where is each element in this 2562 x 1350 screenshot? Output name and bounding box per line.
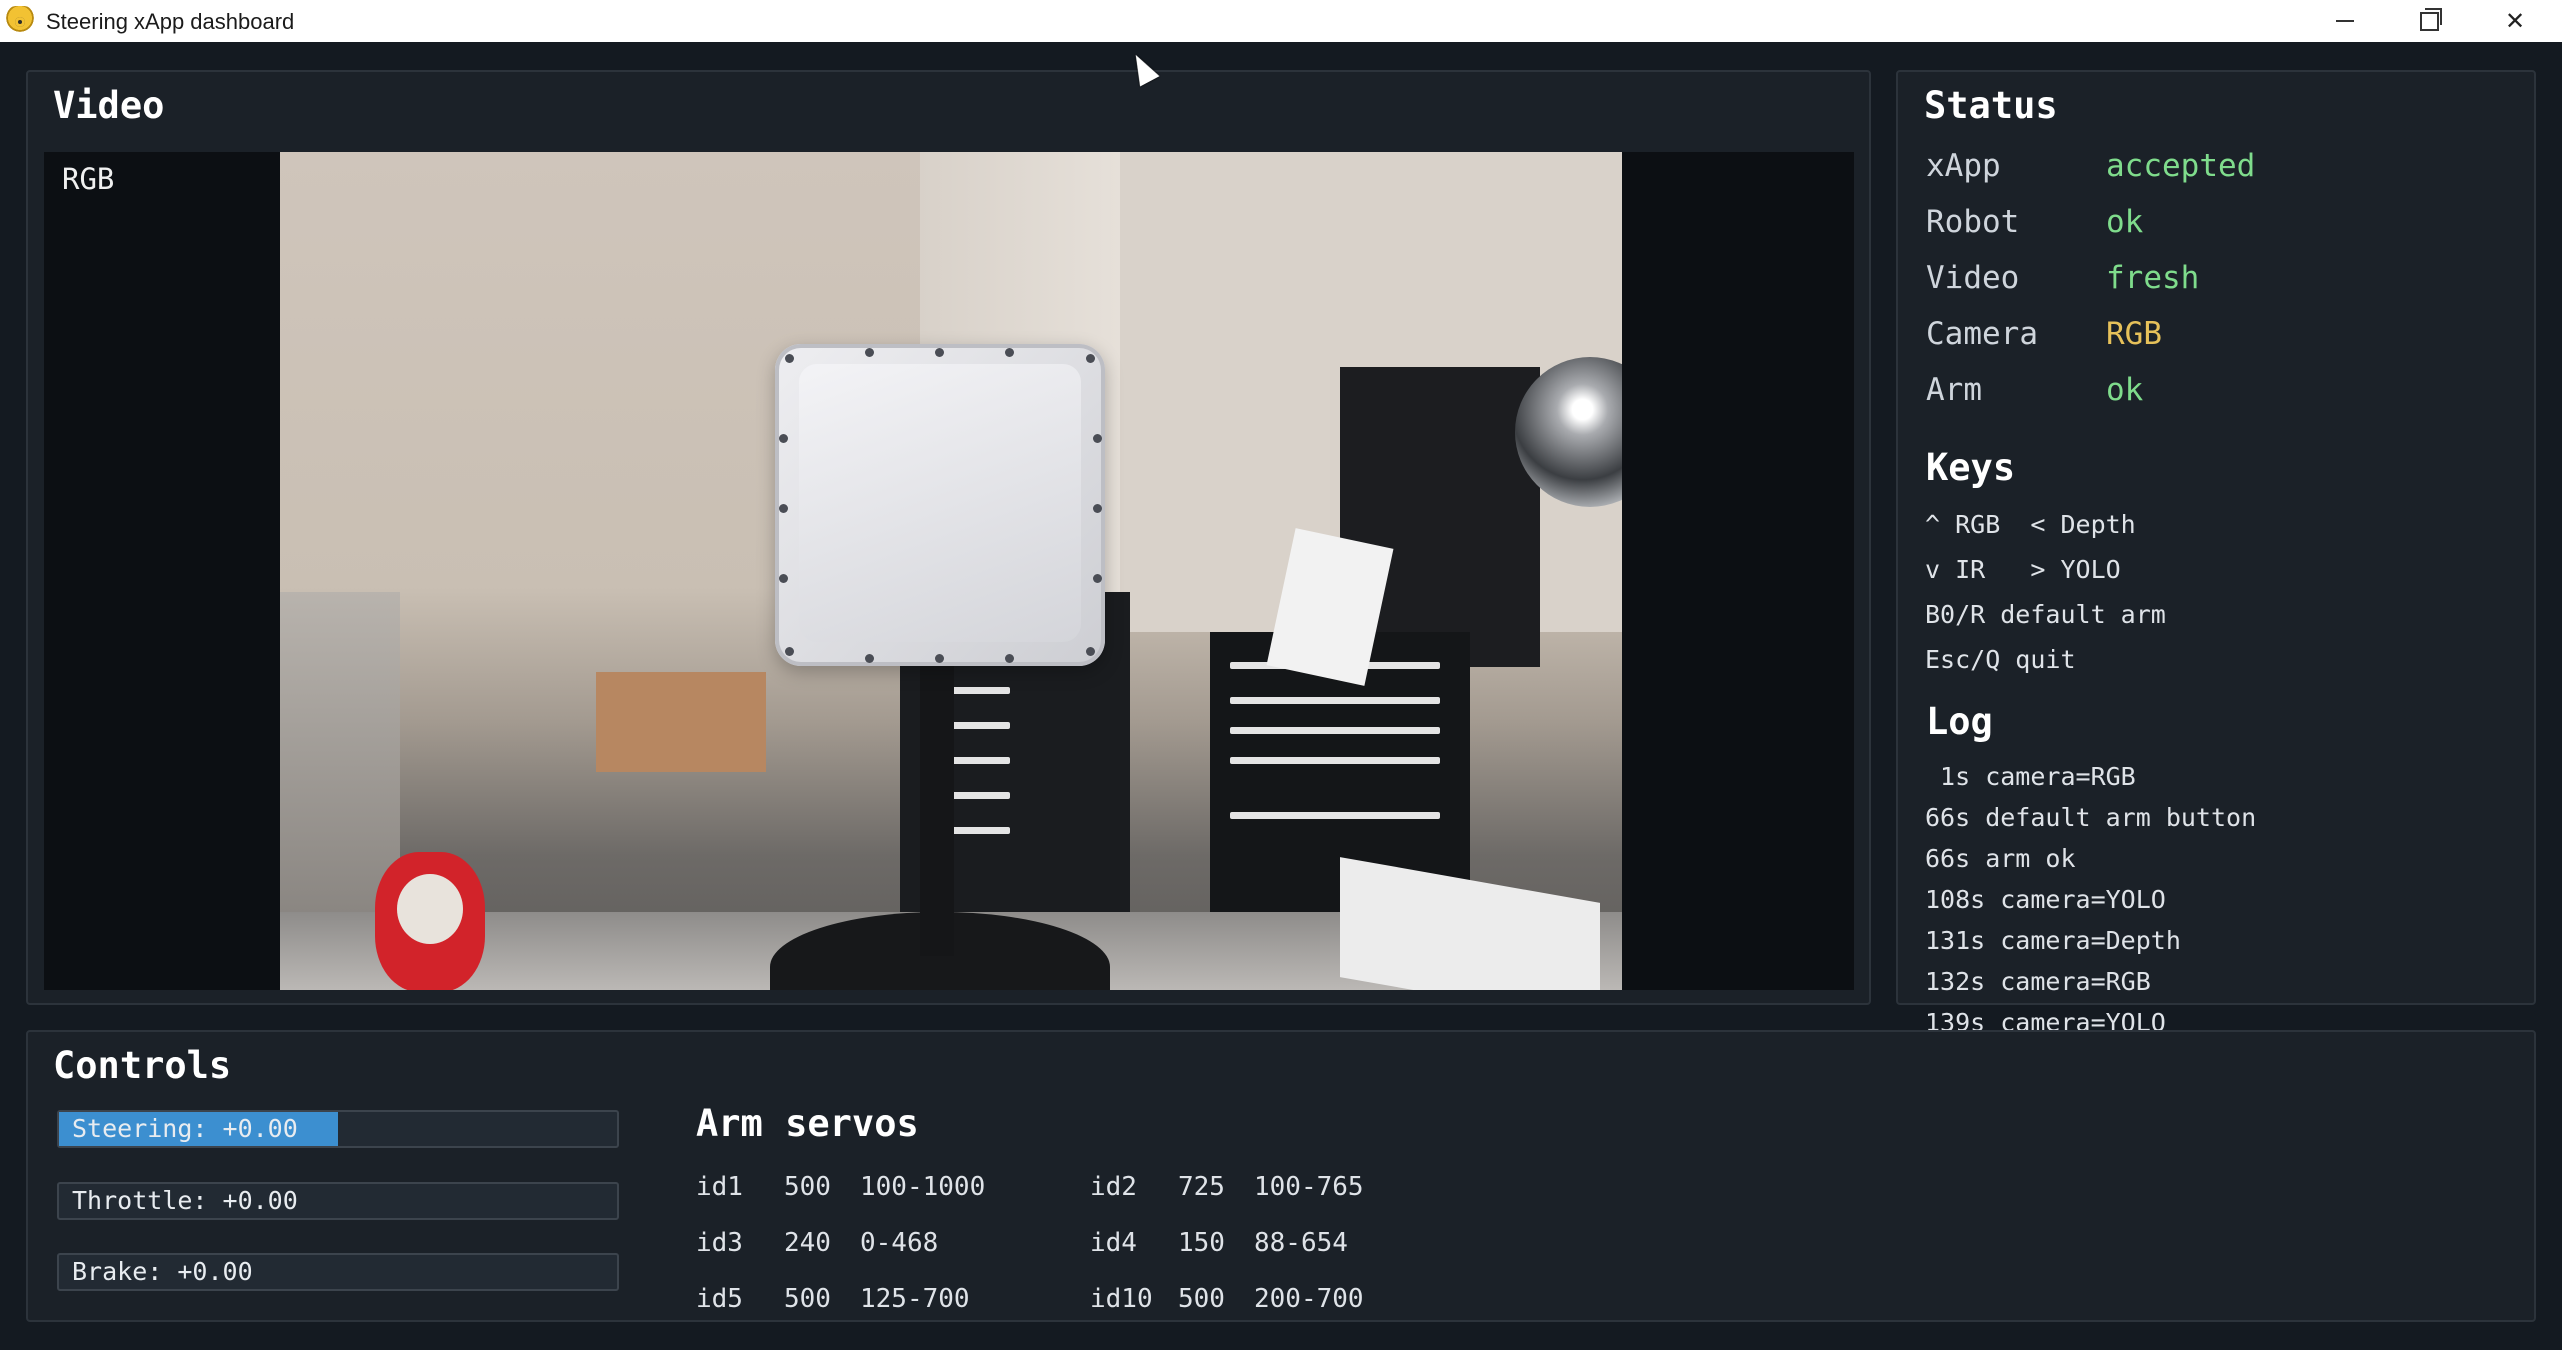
servo-value: 500: [784, 1284, 831, 1314]
servo-id: id1: [696, 1172, 743, 1202]
controls-panel: Controls Steering: +0.00 Throttle: +0.00…: [26, 1030, 2536, 1322]
status-key-xapp: xApp: [1926, 148, 2001, 184]
python-app-icon: [6, 6, 34, 36]
status-key-camera: Camera: [1926, 316, 2038, 352]
steering-label: Steering: +0.00: [72, 1114, 298, 1143]
servo-range: 125-700: [860, 1284, 970, 1314]
log-title: Log: [1926, 700, 1993, 743]
servo-range: 100-765: [1254, 1172, 1364, 1202]
status-value-camera: RGB: [2106, 316, 2162, 352]
servo-id: id2: [1090, 1172, 1137, 1202]
camera-mode-label: RGB: [62, 162, 115, 196]
throttle-label: Throttle: +0.00: [72, 1186, 298, 1215]
brake-bar: Brake: +0.00: [57, 1253, 619, 1291]
log-entry: 66s default arm button: [1925, 803, 2257, 832]
close-icon: ✕: [2504, 7, 2526, 35]
camera-frame-image: [280, 152, 1622, 990]
servo-value: 150: [1178, 1228, 1225, 1258]
status-title: Status: [1924, 84, 2058, 127]
arm-servos-title: Arm servos: [696, 1102, 919, 1145]
status-value-video: fresh: [2106, 260, 2200, 296]
servo-range: 0-468: [860, 1228, 939, 1258]
status-key-robot: Robot: [1926, 204, 2020, 240]
servo-range: 200-700: [1254, 1284, 1364, 1314]
key-hint-line: v IR > YOLO: [1925, 555, 2121, 584]
brake-label: Brake: +0.00: [72, 1257, 253, 1286]
servo-id: id3: [696, 1228, 743, 1258]
minimize-icon: [2336, 20, 2354, 22]
log-entry: 66s arm ok: [1925, 844, 2076, 873]
controls-title: Controls: [53, 1044, 232, 1087]
log-entry: 108s camera=YOLO: [1925, 885, 2166, 914]
restore-button[interactable]: [2389, 0, 2469, 42]
minimize-button[interactable]: [2305, 0, 2385, 42]
status-key-arm: Arm: [1926, 372, 1982, 408]
servo-value: 240: [784, 1228, 831, 1258]
key-hint-line: ^ RGB < Depth: [1925, 510, 2136, 539]
log-entry: 1s camera=RGB: [1925, 762, 2136, 791]
keys-title: Keys: [1926, 446, 2016, 489]
status-panel: Status xApp accepted Robot ok Video fres…: [1896, 70, 2536, 1005]
video-panel: Video RGB: [26, 70, 1871, 1005]
key-hint-line: Esc/Q quit: [1925, 645, 2076, 674]
log-entry-partial: 139s camera=YOLO: [1925, 1008, 2166, 1030]
status-value-xapp: accepted: [2106, 148, 2256, 184]
servo-id: id10: [1090, 1284, 1153, 1314]
window-title: Steering xApp dashboard: [46, 9, 295, 34]
steering-bar: Steering: +0.00: [57, 1110, 619, 1148]
log-entry: 132s camera=RGB: [1925, 967, 2151, 996]
status-value-robot: ok: [2106, 204, 2144, 240]
servo-id: id4: [1090, 1228, 1137, 1258]
status-key-video: Video: [1926, 260, 2020, 296]
servo-range: 88-654: [1254, 1228, 1348, 1258]
video-title: Video: [53, 84, 165, 127]
throttle-bar: Throttle: +0.00: [57, 1182, 619, 1220]
title-bar: Steering xApp dashboard ✕: [0, 0, 2562, 42]
servo-value: 500: [1178, 1284, 1225, 1314]
close-button[interactable]: ✕: [2475, 0, 2555, 42]
servo-value: 500: [784, 1172, 831, 1202]
servo-id: id5: [696, 1284, 743, 1314]
log-entry: 131s camera=Depth: [1925, 926, 2181, 955]
servo-range: 100-1000: [860, 1172, 986, 1202]
status-value-arm: ok: [2106, 372, 2144, 408]
servo-value: 725: [1178, 1172, 1225, 1202]
key-hint-line: B0/R default arm: [1925, 600, 2166, 629]
restore-icon: [2419, 7, 2442, 31]
video-feed: RGB: [44, 152, 1854, 990]
